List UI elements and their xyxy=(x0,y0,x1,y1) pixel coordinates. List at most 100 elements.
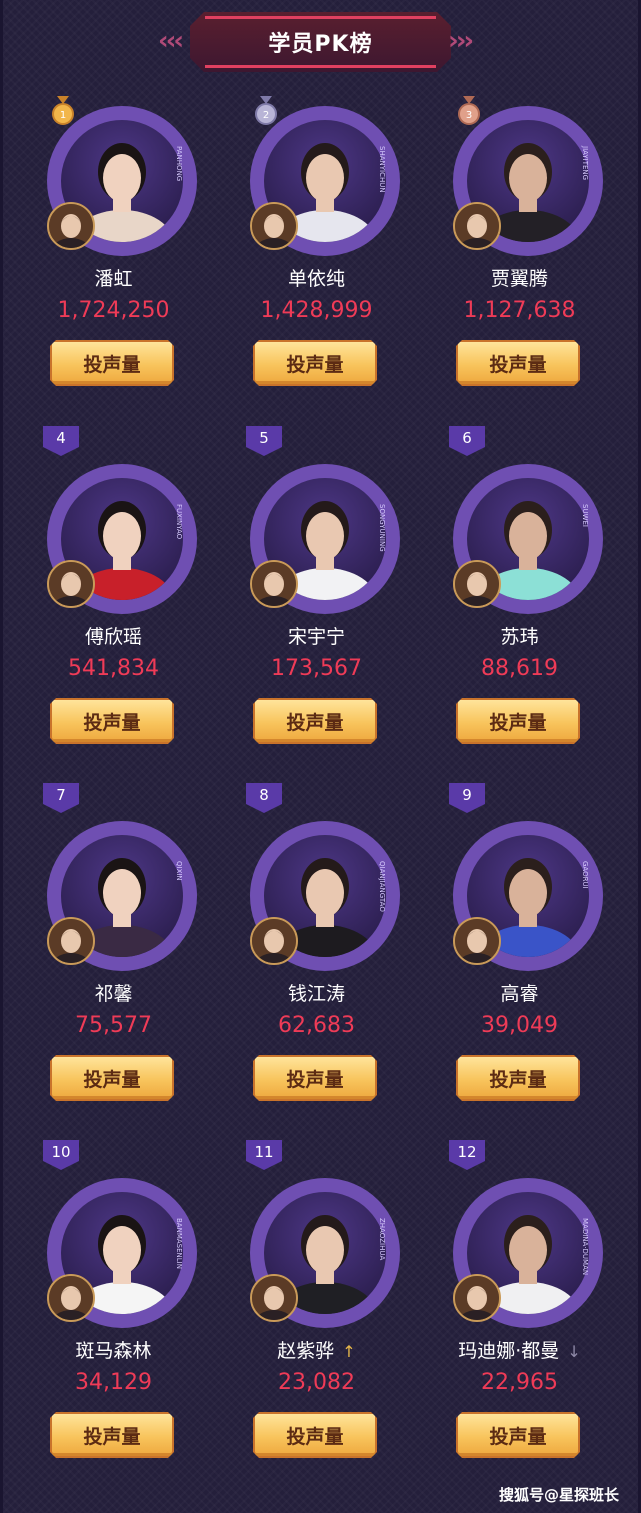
mentor-avatar xyxy=(250,560,298,608)
student-name: 钱江涛 xyxy=(209,979,424,1006)
vote-button[interactable]: 投声量 xyxy=(253,1055,377,1101)
student-name: 玛迪娜·都曼 ↓ xyxy=(412,1336,627,1363)
header-right-chevrons-icon: ››› xyxy=(448,26,474,56)
student-name: 斑马森林 xyxy=(6,1336,221,1363)
student-card: JIAYITENG 3 贾翼腾 1,127,638 投声量 xyxy=(412,86,615,416)
ring-name-text: FUXINYAO xyxy=(175,504,183,540)
vote-button[interactable]: 投声量 xyxy=(456,1055,580,1101)
student-name: 苏玮 xyxy=(412,622,627,649)
student-card: PANHONG 1 潘虹 1,724,250 投声量 xyxy=(6,86,209,416)
rank-badge: 12 xyxy=(449,1140,485,1170)
ring-name-text: GAORUI xyxy=(581,861,589,889)
vote-button[interactable]: 投声量 xyxy=(50,1055,174,1101)
student-avatar[interactable]: QIANJIANGTAO 8 xyxy=(246,783,400,971)
student-avatar[interactable]: BANMASENLIN 10 xyxy=(43,1140,197,1328)
vote-count: 1,127,638 xyxy=(463,298,576,323)
student-name-text: 贾翼腾 xyxy=(490,268,548,290)
watermark: 搜狐号@星探班长 xyxy=(499,1486,620,1504)
student-name-text: 高睿 xyxy=(500,983,539,1005)
ring-name-text: SONGYUNING xyxy=(378,504,386,552)
student-avatar[interactable]: ZHAOZIHUA 11 xyxy=(246,1140,400,1328)
student-card: SHANYICHUN 2 单依纯 1,428,999 投声量 xyxy=(209,86,412,416)
student-avatar[interactable]: MADINA·DUMAN 12 xyxy=(449,1140,603,1328)
vote-button[interactable]: 投声量 xyxy=(50,340,174,386)
arrow-down-icon: ↓ xyxy=(567,1342,581,1361)
rank-badge: 11 xyxy=(246,1140,282,1170)
ring-name-text: JIAYITENG xyxy=(581,146,589,181)
ring-name-text: BANMASENLIN xyxy=(175,1218,183,1269)
student-avatar[interactable]: FUXINYAO 4 xyxy=(43,426,197,614)
medal-icon: 1 xyxy=(51,96,75,126)
student-name: 贾翼腾 xyxy=(412,264,627,291)
mentor-avatar xyxy=(453,1274,501,1322)
page-title: 学员PK榜 xyxy=(268,32,373,57)
vote-count: 1,724,250 xyxy=(57,298,170,323)
student-name-text: 傅欣瑶 xyxy=(84,626,142,648)
vote-button[interactable]: 投声量 xyxy=(456,340,580,386)
student-name: 高睿 xyxy=(412,979,627,1006)
vote-count: 88,619 xyxy=(481,656,558,681)
mentor-avatar xyxy=(47,1274,95,1322)
student-name: 宋宇宁 xyxy=(209,622,424,649)
student-card: BANMASENLIN 10 斑马森林 34,129 投声量 xyxy=(6,1140,209,1488)
student-avatar[interactable]: SONGYUNING 5 xyxy=(246,426,400,614)
ring-name-text: ZHAOZIHUA xyxy=(378,1218,386,1261)
student-avatar[interactable]: SUWEI 6 xyxy=(449,426,603,614)
student-name: 祁馨 xyxy=(6,979,221,1006)
student-avatar[interactable]: GAORUI 9 xyxy=(449,783,603,971)
student-name-text: 潘虹 xyxy=(94,268,133,290)
vote-count: 173,567 xyxy=(271,656,362,681)
student-name: 单依纯 xyxy=(209,264,424,291)
mentor-avatar xyxy=(250,917,298,965)
rank-badge: 9 xyxy=(449,783,485,813)
student-avatar[interactable]: SHANYICHUN 2 xyxy=(250,96,400,256)
student-card: QIXIN 7 祁馨 75,577 投声量 xyxy=(6,783,209,1131)
vote-count: 39,049 xyxy=(481,1013,558,1038)
vote-count: 34,129 xyxy=(75,1370,152,1395)
student-avatar[interactable]: JIAYITENG 3 xyxy=(453,96,603,256)
rank-badge: 8 xyxy=(246,783,282,813)
vote-count: 62,683 xyxy=(278,1013,355,1038)
student-card: FUXINYAO 4 傅欣瑶 541,834 投声量 xyxy=(6,426,209,774)
ring-name-text: QIXIN xyxy=(175,861,183,881)
student-name-text: 斑马森林 xyxy=(75,1340,152,1362)
mentor-avatar xyxy=(250,202,298,250)
vote-button[interactable]: 投声量 xyxy=(456,1412,580,1458)
student-name-text: 单依纯 xyxy=(287,268,345,290)
student-avatar[interactable]: QIXIN 7 xyxy=(43,783,197,971)
mentor-avatar xyxy=(250,1274,298,1322)
student-name: 潘虹 xyxy=(6,264,221,291)
ring-name-text: MADINA·DUMAN xyxy=(581,1218,589,1276)
student-name-text: 苏玮 xyxy=(500,626,539,648)
vote-button[interactable]: 投声量 xyxy=(456,698,580,744)
vote-button[interactable]: 投声量 xyxy=(50,698,174,744)
mentor-avatar xyxy=(47,917,95,965)
vote-button[interactable]: 投声量 xyxy=(253,340,377,386)
student-name: 傅欣瑶 xyxy=(6,622,221,649)
student-name-text: 钱江涛 xyxy=(287,983,345,1005)
svg-text:2: 2 xyxy=(263,110,269,121)
vote-button[interactable]: 投声量 xyxy=(253,1412,377,1458)
ring-name-text: PANHONG xyxy=(175,146,183,182)
medal-icon: 2 xyxy=(254,96,278,126)
vote-button[interactable]: 投声量 xyxy=(253,698,377,744)
student-name-text: 赵紫骅 xyxy=(277,1340,335,1362)
arrow-up-icon: ↑ xyxy=(342,1342,356,1361)
student-name-text: 祁馨 xyxy=(94,983,133,1005)
rank-badge: 4 xyxy=(43,426,79,456)
vote-count: 1,428,999 xyxy=(260,298,373,323)
svg-text:1: 1 xyxy=(60,110,66,121)
rank-badge: 6 xyxy=(449,426,485,456)
student-avatar[interactable]: PANHONG 1 xyxy=(47,96,197,256)
student-card: GAORUI 9 高睿 39,049 投声量 xyxy=(412,783,615,1131)
vote-button[interactable]: 投声量 xyxy=(50,1412,174,1458)
vote-count: 541,834 xyxy=(68,656,159,681)
header: ‹‹‹ 学员PK榜 ››› xyxy=(0,12,641,76)
ring-name-text: SHANYICHUN xyxy=(378,146,386,193)
mentor-avatar xyxy=(453,917,501,965)
student-name-text: 宋宇宁 xyxy=(287,626,345,648)
svg-text:3: 3 xyxy=(466,110,472,121)
student-card: MADINA·DUMAN 12 玛迪娜·都曼 ↓ 22,965 投声量 xyxy=(412,1140,615,1488)
vote-count: 75,577 xyxy=(75,1013,152,1038)
vote-count: 23,082 xyxy=(278,1370,355,1395)
